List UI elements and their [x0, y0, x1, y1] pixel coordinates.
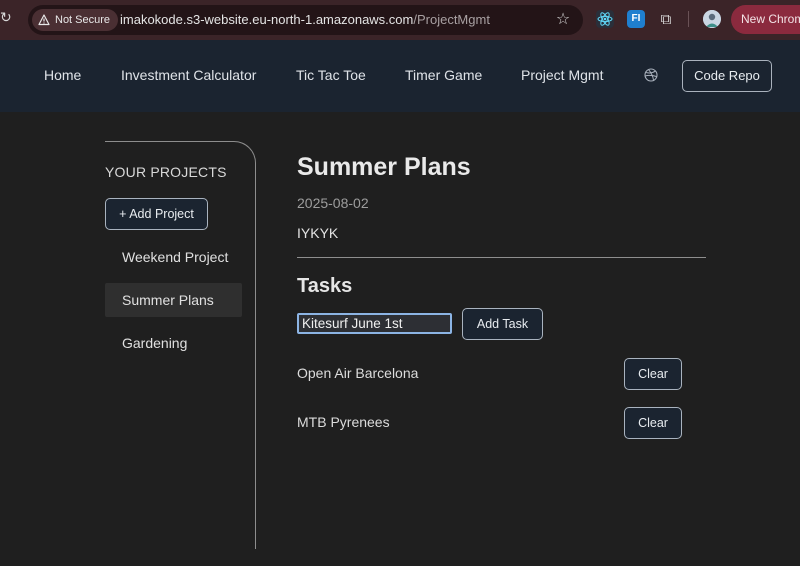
task-row: Open Air Barcelona Clear — [297, 358, 683, 390]
sidebar-item-weekend-project[interactable]: Weekend Project — [105, 240, 242, 274]
reload-icon[interactable]: ↻ — [0, 10, 14, 30]
security-label: Not Secure — [55, 14, 111, 26]
nav-timer-game[interactable]: Timer Game — [405, 67, 482, 83]
task-name: MTB Pyrenees — [297, 414, 390, 430]
task-name: Open Air Barcelona — [297, 365, 419, 381]
security-indicator[interactable]: Not Secure — [32, 9, 119, 31]
task-input[interactable] — [297, 313, 452, 334]
divider — [297, 257, 706, 258]
url-text[interactable]: imakokode.s3-website.eu-north-1.amazonaw… — [120, 12, 490, 27]
project-date: 2025-08-02 — [297, 195, 369, 211]
task-row: MTB Pyrenees Clear — [297, 407, 683, 439]
site-navbar: Home Investment Calculator Tic Tac Toe T… — [0, 40, 800, 112]
dribbble-icon[interactable] — [644, 68, 658, 82]
project-description: IYKYK — [297, 225, 339, 241]
address-bar[interactable]: Not Secure imakokode.s3-website.eu-north… — [28, 5, 583, 35]
star-icon[interactable]: ☆ — [554, 10, 572, 28]
new-chrome-button[interactable]: New Chrom — [731, 5, 800, 34]
nav-investment-calculator[interactable]: Investment Calculator — [121, 67, 256, 83]
add-project-button[interactable]: + Add Project — [105, 198, 208, 230]
nav-project-mgmt[interactable]: Project Mgmt — [521, 67, 603, 83]
warning-icon — [38, 14, 50, 26]
nav-tic-tac-toe[interactable]: Tic Tac Toe — [296, 67, 366, 83]
projects-sidebar: YOUR PROJECTS + Add Project Weekend Proj… — [105, 141, 256, 549]
clear-task-button[interactable]: Clear — [624, 407, 682, 439]
code-repo-button[interactable]: Code Repo — [682, 60, 772, 92]
url-host: imakokode.s3-website.eu-north-1.amazonaw… — [120, 12, 414, 27]
tasks-heading: Tasks — [297, 275, 353, 297]
sidebar-item-gardening[interactable]: Gardening — [105, 326, 242, 360]
nav-home[interactable]: Home — [44, 67, 81, 83]
toolbar-divider — [688, 11, 689, 27]
url-path: /ProjectMgmt — [413, 12, 490, 27]
browser-toolbar: ↻ Not Secure imakokode.s3-website.eu-nor… — [0, 0, 800, 40]
sidebar-item-summer-plans[interactable]: Summer Plans — [105, 283, 242, 317]
react-devtools-icon[interactable] — [596, 10, 614, 28]
avatar[interactable] — [703, 10, 721, 28]
clear-task-button[interactable]: Clear — [624, 358, 682, 390]
fi-extension-icon[interactable]: FI — [627, 10, 645, 28]
sidebar-title: YOUR PROJECTS — [105, 164, 227, 180]
page-title: Summer Plans — [297, 153, 471, 181]
add-task-button[interactable]: Add Task — [462, 308, 543, 340]
puzzle-icon[interactable]: ⧉ — [657, 10, 675, 28]
